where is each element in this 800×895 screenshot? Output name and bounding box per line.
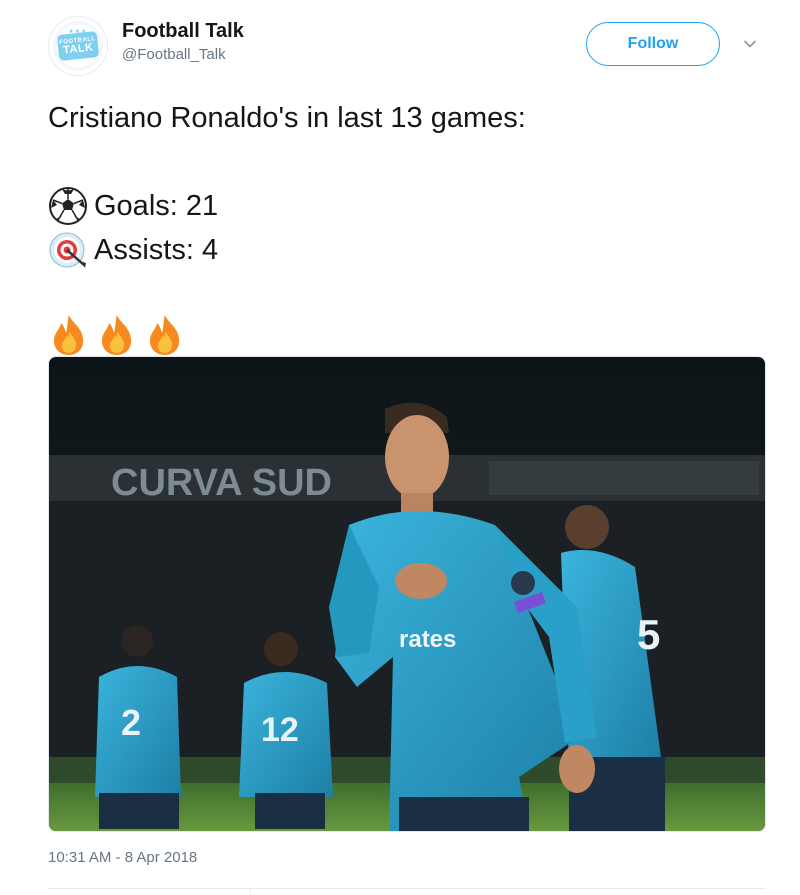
tweet-photo[interactable]: CURVA SUD 2 12 5 rates <box>48 356 766 832</box>
avatar[interactable]: ★★★ FOOTBALL TALK <box>48 16 108 76</box>
stat-text: Goals: 21 <box>94 190 219 222</box>
user-handle[interactable]: @Football_Talk <box>122 44 244 66</box>
author-names: Football Talk @Football_Talk <box>122 18 244 66</box>
shirt-sponsor: rates <box>399 626 456 653</box>
divider <box>250 888 251 895</box>
stat-text: Assists: 4 <box>94 234 219 266</box>
jersey-number: 2 <box>121 702 141 743</box>
jersey-number: 5 <box>637 611 660 658</box>
display-name[interactable]: Football Talk <box>122 18 244 44</box>
jersey-number: 12 <box>261 711 299 749</box>
logo-badge: FOOTBALL TALK <box>56 30 100 62</box>
chevron-down-icon[interactable] <box>742 36 758 52</box>
tweet-header: ★★★ FOOTBALL TALK Football Talk @Footbal… <box>48 16 768 80</box>
photo-illustration: CURVA SUD 2 12 5 rates <box>49 357 765 831</box>
soccer-ball-icon <box>48 184 94 228</box>
follow-button[interactable]: Follow <box>586 22 720 66</box>
target-icon <box>48 228 94 272</box>
stat-line-assists: Assists: 4 <box>48 228 768 272</box>
banner-text: CURVA SUD <box>111 462 332 504</box>
divider <box>48 888 766 889</box>
tweet-text: Cristiano Ronaldo's in last 13 games: Go… <box>48 96 768 366</box>
logo-main-text: TALK <box>62 40 95 57</box>
avatar-logo: ★★★ FOOTBALL TALK <box>53 21 103 71</box>
tweet-timestamp[interactable]: 10:31 AM - 8 Apr 2018 <box>48 849 197 866</box>
stat-line-goals: Goals: 21 <box>48 184 768 228</box>
tweet-headline: Cristiano Ronaldo's in last 13 games: <box>48 102 526 134</box>
